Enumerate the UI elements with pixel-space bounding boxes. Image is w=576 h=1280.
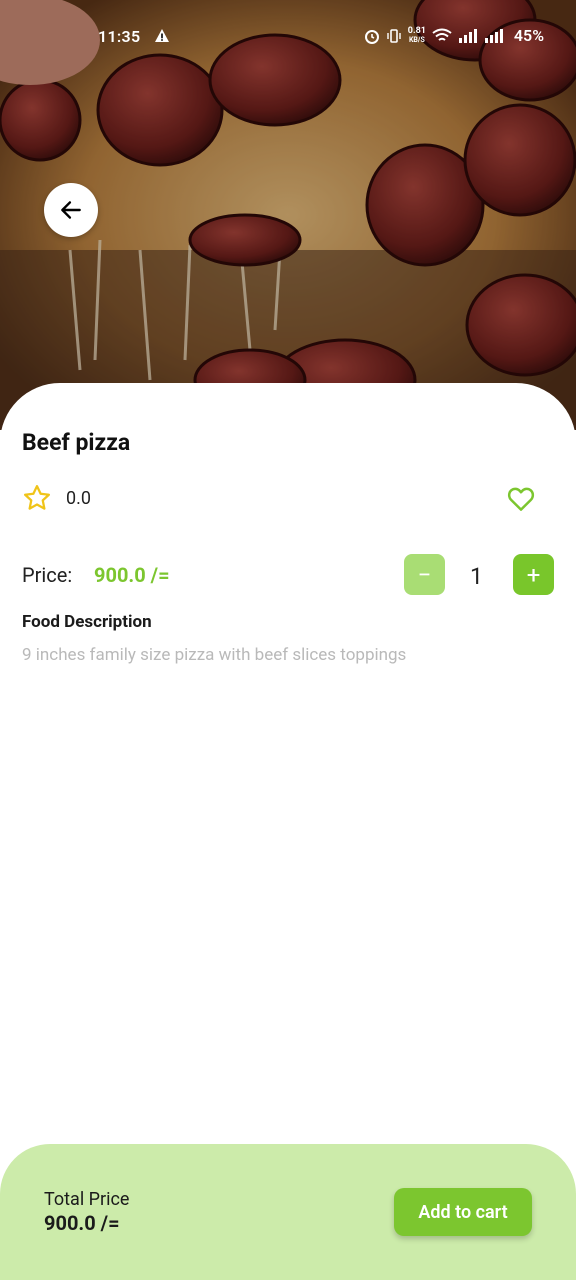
- checkout-bar: Total Price 900.0 /= Add to cart: [0, 1144, 576, 1280]
- price-value: 900.0 /=: [94, 563, 170, 587]
- description-heading: Food Description: [22, 612, 152, 632]
- network-speed: 0.81 KB/S: [407, 25, 426, 45]
- signal-icon: [484, 28, 503, 43]
- quantity-decrease-button[interactable]: −: [404, 554, 445, 595]
- signal-icon: [458, 28, 477, 43]
- product-title: Beef pizza: [22, 429, 131, 456]
- network-speed-unit: KB/S: [408, 35, 425, 44]
- plus-icon: +: [526, 560, 541, 589]
- vibrate-icon: [387, 28, 401, 43]
- price-label: Price:: [22, 563, 73, 587]
- heart-outline-icon[interactable]: [506, 484, 536, 514]
- status-bar: 11:35 0.81 KB/S 45%: [0, 0, 576, 72]
- status-time: 11:35: [98, 27, 141, 46]
- rating-row: 0.0: [22, 483, 91, 513]
- quantity-increase-button[interactable]: +: [513, 554, 554, 595]
- back-button[interactable]: [44, 183, 98, 237]
- alarm-icon: [364, 29, 379, 44]
- total-price-value: 900.0 /=: [44, 1211, 120, 1235]
- star-outline-icon: [24, 485, 50, 510]
- battery-level: 45%: [513, 26, 544, 45]
- rating-value: 0.0: [66, 487, 91, 509]
- description-text: 9 inches family size pizza with beef sli…: [22, 645, 407, 665]
- wifi-icon: [432, 28, 452, 41]
- add-to-cart-button[interactable]: Add to cart: [394, 1188, 532, 1236]
- quantity-value: 1: [470, 563, 483, 590]
- network-speed-value: 0.81: [407, 25, 426, 36]
- warning-icon: [155, 29, 169, 42]
- status-indicators: 0.81 KB/S 45%: [364, 26, 544, 45]
- minus-icon: −: [417, 560, 432, 589]
- total-price-label: Total Price: [44, 1189, 130, 1210]
- arrow-left-icon: [61, 201, 81, 219]
